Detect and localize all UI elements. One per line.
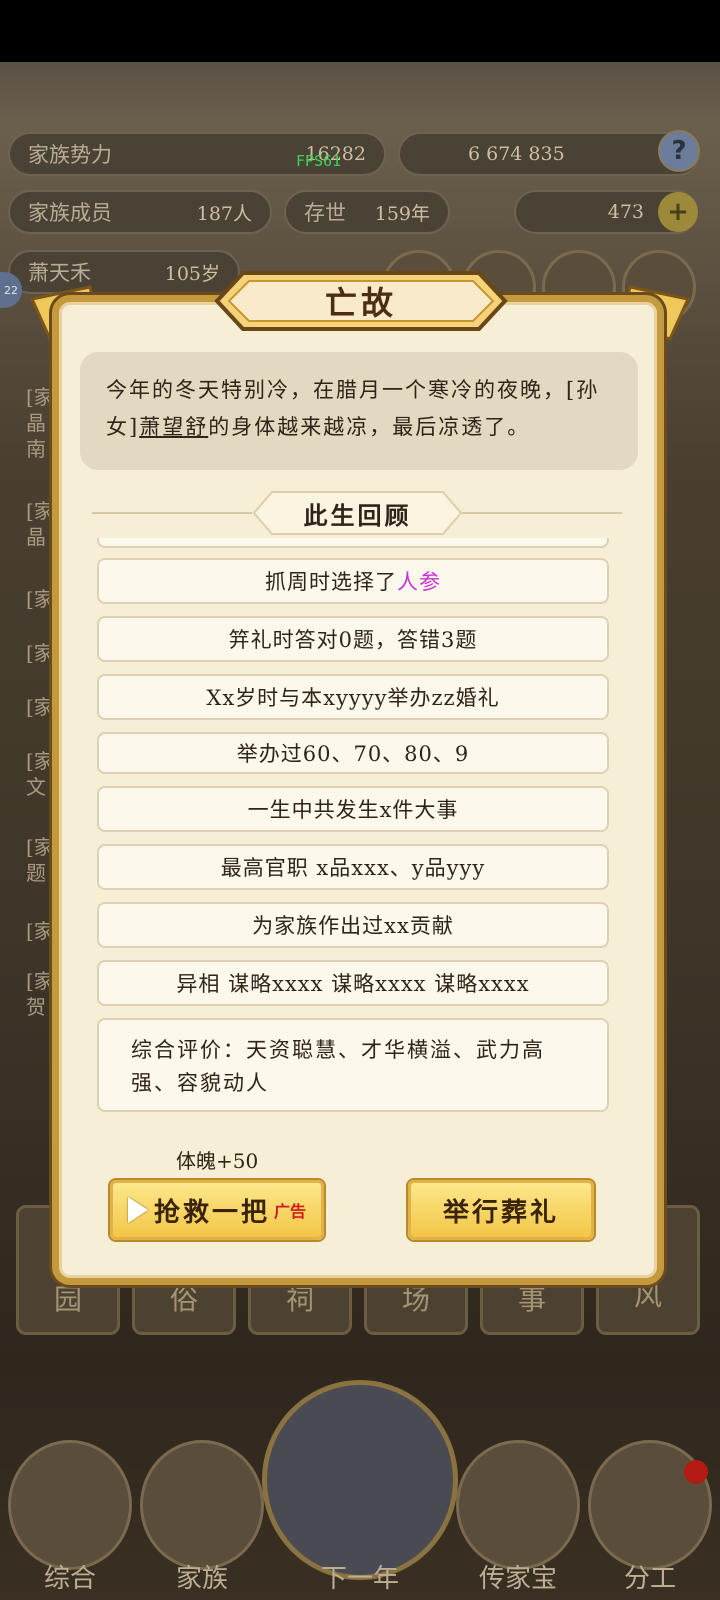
event-log-entry: [家 bbox=[26, 695, 54, 719]
family-power-label: 家族势力 bbox=[28, 143, 112, 167]
zhuazhou-item: 人参 bbox=[397, 570, 441, 594]
hold-funeral-button[interactable]: 举行葬礼 bbox=[408, 1180, 594, 1240]
nav-assignment-label[interactable]: 分工 bbox=[590, 1558, 710, 1595]
event-log-entry: [家 bbox=[26, 641, 54, 665]
stat-bonus: 体魄+50 bbox=[176, 1149, 259, 1173]
existence-label: 存世 bbox=[304, 201, 346, 225]
members-value: 187人 bbox=[196, 202, 252, 225]
existence-pill: 存世 159年 bbox=[284, 190, 450, 234]
event-log-entry: 题 bbox=[26, 861, 46, 885]
event-log-entry: 晶 bbox=[26, 525, 46, 549]
scrolled-row-edge bbox=[97, 538, 609, 548]
event-log-entry: [家 bbox=[26, 969, 54, 993]
nav-family-label[interactable]: 家族 bbox=[142, 1558, 262, 1595]
event-log-entry: [家 bbox=[26, 919, 54, 943]
review-row-events: 一生中共发生x件大事 bbox=[97, 786, 609, 832]
event-log-entry: 贺 bbox=[26, 995, 46, 1019]
resources-pill[interactable]: 6 674 835 bbox=[398, 132, 700, 176]
play-icon bbox=[127, 1197, 148, 1223]
person-name: 萧天禾 bbox=[28, 261, 91, 285]
review-row-hosted: 举办过60、70、80、9 bbox=[97, 732, 609, 774]
ad-tag: 广告 bbox=[274, 1202, 307, 1221]
event-log-entry: 文 bbox=[26, 775, 46, 799]
nav-family-icon[interactable] bbox=[140, 1440, 264, 1570]
existence-value: 159年 bbox=[374, 202, 430, 225]
review-row-zhuazhou: 抓周时选择了 人参 bbox=[97, 558, 609, 604]
gold-value: 473 bbox=[607, 201, 644, 223]
next-year-mountain-icon[interactable] bbox=[262, 1380, 458, 1580]
nav-heirloom-icon[interactable] bbox=[456, 1440, 580, 1570]
event-log-side: [家 晶 南 bbox=[26, 385, 54, 461]
overall-evaluation: 综合评价：天资聪慧、才华横溢、武力高强、容貌动人 bbox=[97, 1018, 609, 1112]
nav-heirloom-label[interactable]: 传家宝 bbox=[456, 1558, 580, 1595]
review-row-marriage: Xx岁时与本xyyyy举办zz婚礼 bbox=[97, 674, 609, 720]
rescue-ad-button[interactable]: 抢救一把 广告 bbox=[110, 1180, 324, 1240]
nav-next-year-label[interactable]: 下一年 bbox=[280, 1558, 440, 1595]
deceased-name-link[interactable]: 萧望舒 bbox=[139, 415, 208, 439]
review-row-jili: 笄礼时答对0题，答错3题 bbox=[97, 616, 609, 662]
person-age: 105岁 bbox=[164, 262, 220, 285]
event-log-entry: [家 bbox=[26, 587, 54, 611]
divider-line bbox=[462, 512, 622, 514]
review-row-rank: 最高官职 x品xxx、y品yyy bbox=[97, 844, 609, 890]
members-label: 家族成员 bbox=[28, 201, 112, 225]
divider-line bbox=[92, 512, 252, 514]
event-log-entry: [家 bbox=[26, 499, 54, 523]
section-title-life-review: 此生回顾 bbox=[303, 500, 412, 530]
death-description: 今年的冬天特别冷，在腊月一个寒冷的夜晚，[孙女]萧望舒的身体越来越凉，最后凉透了… bbox=[80, 352, 638, 470]
review-row-traits: 异相 谋略xxxx 谋略xxxx 谋略xxxx bbox=[97, 960, 609, 1006]
review-row-contribution: 为家族作出过xx贡献 bbox=[97, 902, 609, 948]
fps-counter: FPS61 bbox=[296, 152, 342, 170]
nav-general-label[interactable]: 综合 bbox=[10, 1558, 130, 1595]
event-log-entry: [家 bbox=[26, 835, 54, 859]
resources-value: 6 674 835 bbox=[468, 143, 565, 165]
nav-general-icon[interactable] bbox=[8, 1440, 132, 1570]
add-gold-icon[interactable]: + bbox=[658, 192, 698, 232]
event-log-entry: [家 bbox=[26, 749, 54, 773]
notification-dot bbox=[684, 1460, 708, 1484]
help-icon[interactable]: ? bbox=[658, 130, 700, 172]
members-pill[interactable]: 家族成员 187人 bbox=[8, 190, 272, 234]
dialog-title: 亡故 bbox=[324, 284, 397, 322]
status-bar bbox=[0, 0, 720, 62]
